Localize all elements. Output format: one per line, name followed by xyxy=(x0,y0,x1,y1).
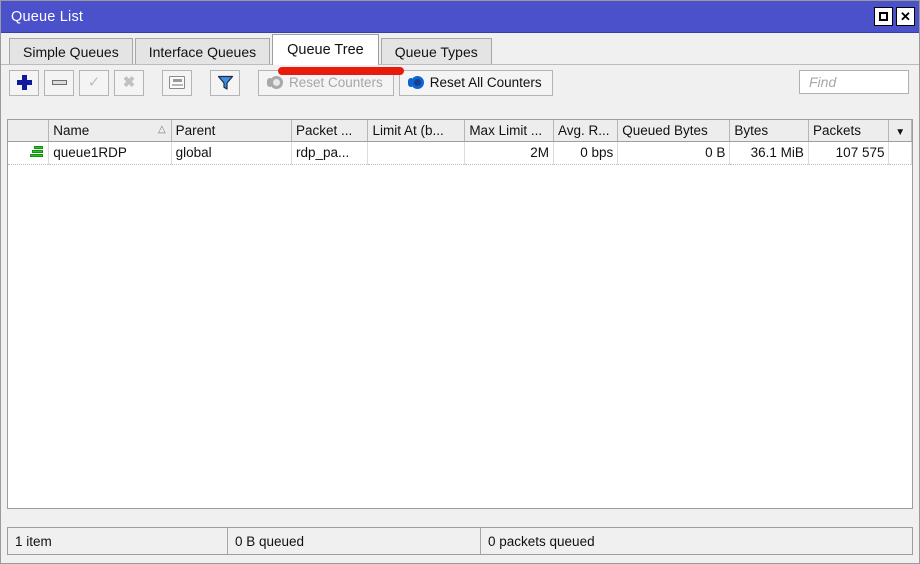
minus-icon xyxy=(51,80,67,85)
enable-button[interactable]: ✓ xyxy=(79,69,109,96)
maximize-icon xyxy=(879,12,888,21)
status-bar: 1 item 0 B queued 0 packets queued xyxy=(7,527,913,555)
check-icon: ✓ xyxy=(87,74,101,91)
tab-queue-tree[interactable]: Queue Tree xyxy=(272,34,379,65)
cell-bytes: 36.1 MiB xyxy=(729,141,809,165)
column-header-limit-at[interactable]: Limit At (b... xyxy=(367,120,466,142)
cell-avg-rate: 0 bps xyxy=(553,141,619,165)
disable-button[interactable]: ✖ xyxy=(114,69,144,96)
tab-label: Interface Queues xyxy=(148,44,257,60)
x-cross-icon: ✖ xyxy=(122,74,136,91)
remove-button[interactable] xyxy=(44,69,74,96)
search-box[interactable] xyxy=(799,70,909,94)
toolbar: ✓ ✖ Reset Counters Reset All Counters xyxy=(1,64,919,100)
column-header-packet-marks[interactable]: Packet ... xyxy=(291,120,369,142)
reset-all-counters-label: Reset All Counters xyxy=(429,75,542,90)
column-header-parent[interactable]: Parent xyxy=(171,120,292,142)
tab-interface-queues[interactable]: Interface Queues xyxy=(134,38,271,65)
queue-list-window: Queue List ✕ Simple Queues Interface Que… xyxy=(0,0,920,564)
column-header-name[interactable]: Name △ xyxy=(48,120,172,142)
filter-button[interactable] xyxy=(210,69,240,96)
reset-counters-label: Reset Counters xyxy=(289,75,383,90)
table-body: queue1RDP global rdp_pa... 2M 0 bps 0 B … xyxy=(8,141,912,165)
column-header-queued-bytes[interactable]: Queued Bytes xyxy=(617,120,731,142)
sort-ascending-icon: △ xyxy=(157,124,166,135)
window-titlebar[interactable]: Queue List ✕ xyxy=(1,1,919,33)
plus-icon xyxy=(16,75,32,90)
column-header-max-limit[interactable]: Max Limit ... xyxy=(464,120,555,142)
table-row[interactable]: queue1RDP global rdp_pa... 2M 0 bps 0 B … xyxy=(8,141,912,165)
tab-label: Queue Tree xyxy=(287,42,364,58)
queue-icon xyxy=(30,146,44,158)
row-queue-icon-cell xyxy=(8,141,50,165)
add-button[interactable] xyxy=(9,69,39,96)
queue-table-container: Name △ Parent Packet ... Limit At (b... … xyxy=(7,119,913,509)
column-header-bytes[interactable]: Bytes xyxy=(729,120,809,142)
cell-name: queue1RDP xyxy=(48,141,172,165)
red-highlight-annotation xyxy=(278,67,404,75)
cell-packets: 107 575 xyxy=(808,141,890,165)
window-title: Queue List xyxy=(11,8,84,25)
column-header-avg-rate[interactable]: Avg. R... xyxy=(553,120,619,142)
column-header-packets[interactable]: Packets xyxy=(808,120,890,142)
close-button[interactable]: ✕ xyxy=(896,7,915,26)
status-item-count: 1 item xyxy=(8,528,228,554)
search-input[interactable] xyxy=(807,73,901,91)
tab-simple-queues[interactable]: Simple Queues xyxy=(9,38,133,65)
status-queued-bytes: 0 B queued xyxy=(228,528,481,554)
tab-queue-types[interactable]: Queue Types xyxy=(380,38,492,65)
tab-strip: Simple Queues Interface Queues Queue Tre… xyxy=(1,33,919,65)
reset-counters-icon xyxy=(267,76,283,89)
cell-limit-at xyxy=(367,141,466,165)
cell-spacer xyxy=(888,141,912,165)
column-chooser-button[interactable]: ▼ xyxy=(888,120,912,142)
chevron-down-icon: ▼ xyxy=(895,126,906,138)
comment-button[interactable] xyxy=(162,69,192,96)
comment-icon xyxy=(169,76,185,89)
reset-all-counters-button[interactable]: Reset All Counters xyxy=(398,69,553,96)
window-controls: ✕ xyxy=(874,7,915,26)
cell-max-limit: 2M xyxy=(464,141,555,165)
column-label: Name xyxy=(53,122,90,138)
column-header-icon[interactable] xyxy=(8,120,50,142)
cell-packet-marks: rdp_pa... xyxy=(291,141,369,165)
queue-table: Name △ Parent Packet ... Limit At (b... … xyxy=(8,120,912,165)
tab-label: Queue Types xyxy=(394,44,478,60)
cell-queued-bytes: 0 B xyxy=(617,141,731,165)
close-icon: ✕ xyxy=(900,9,911,24)
table-header-row: Name △ Parent Packet ... Limit At (b... … xyxy=(8,120,912,142)
reset-all-counters-icon xyxy=(407,76,424,89)
maximize-button[interactable] xyxy=(874,7,893,26)
funnel-icon xyxy=(217,75,233,90)
status-queued-packets: 0 packets queued xyxy=(488,533,595,549)
tab-label: Simple Queues xyxy=(23,44,119,60)
cell-parent: global xyxy=(171,141,292,165)
